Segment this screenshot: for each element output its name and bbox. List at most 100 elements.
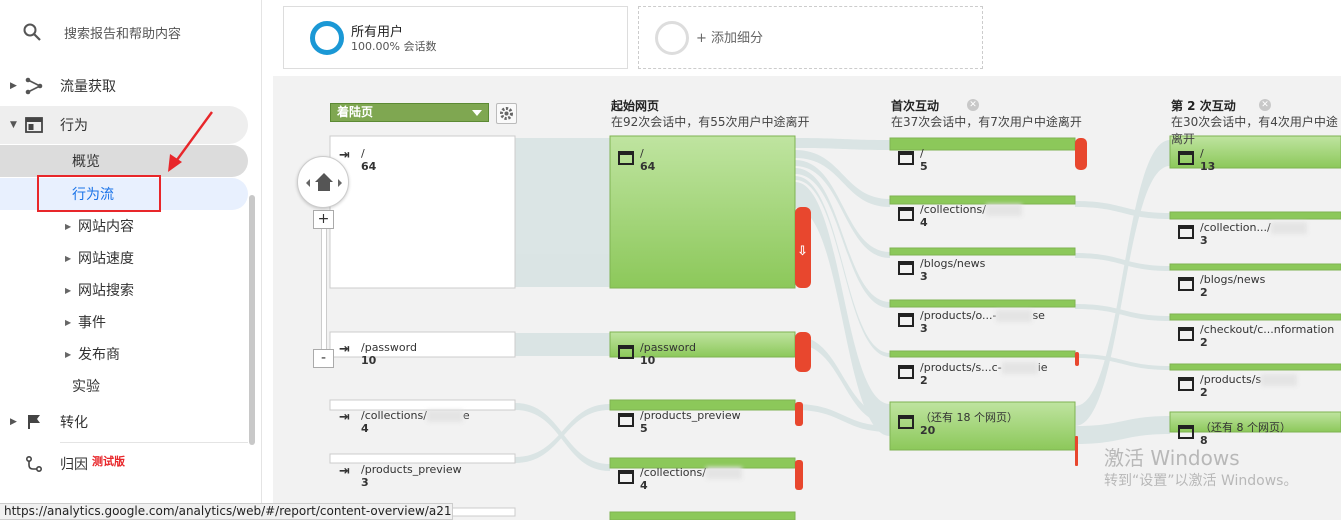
search-icon[interactable] [22,22,42,42]
close-column-icon[interactable]: ✕ [1259,99,1271,111]
sidebar-subitem-site-search[interactable]: ▶ 网站搜索 [0,274,248,306]
node-label[interactable]: /products/s 2 [1178,373,1298,399]
node-label[interactable]: / 13 [1178,147,1215,173]
sidebar-item-label: 行为 [60,118,88,134]
dropoff-bar [795,402,803,426]
sidebar-subitem-label: 网站搜索 [78,283,134,299]
node-count: 4 [640,479,648,492]
node-count: 3 [920,322,928,335]
windows-activation-hint: 转到“设置”以激活 Windows。 [1104,473,1298,489]
node-count: 13 [1200,160,1216,173]
add-segment-button[interactable]: + 添加细分 [638,6,983,69]
page-icon [618,470,634,484]
page-icon [618,151,634,165]
sidebar-subitem-publisher[interactable]: ▶ 发布商 [0,338,248,370]
node-label[interactable]: /checkout/c...nformation 2 [1178,323,1334,349]
node-label[interactable]: / 64 [618,147,655,173]
flow-link [515,404,610,463]
second-node-products-s [1169,363,1341,371]
attribution-label: 归因 [60,457,88,473]
node-count: 4 [361,422,369,435]
column-title-first: 首次互动 [891,99,940,113]
landing-node-products-preview [329,453,516,464]
zoom-in-button[interactable]: + [313,210,334,229]
zoom-slider[interactable] [321,223,327,364]
node-page: /collections/ [640,466,706,479]
node-label[interactable]: /products/o...- se 3 [898,309,1045,335]
node-page: /collections/ [361,409,427,422]
search-placeholder[interactable]: 搜索报告和帮助内容 [64,23,181,42]
sidebar-subitem-site-content[interactable]: ▶ 网站内容 [0,210,248,242]
redacted [426,410,463,422]
entry-arrow-icon: ⇥ [339,148,350,163]
node-count: 2 [1200,386,1208,399]
first-node-products-o [889,299,1076,308]
sidebar-item-conversions[interactable]: ▶ 转化 [0,403,248,441]
dropoff-bar [1075,352,1079,366]
caret-down-icon: ▼ [10,120,17,130]
report-search[interactable]: 搜索报告和帮助内容 [0,0,261,64]
dropoff-arrow-icon[interactable]: ⇩ [797,244,808,259]
flow-link [1075,253,1170,271]
sidebar-subitem-experiments[interactable]: 实验 [0,370,248,402]
dimension-dropdown[interactable]: 着陆页 [330,103,489,122]
node-label[interactable]: /collections/ 4 [898,203,1022,229]
node-label[interactable]: /collection.../ 3 [1178,221,1307,247]
sidebar-divider [60,442,248,443]
sidebar-subitem-label: 网站速度 [78,251,134,267]
close-column-icon[interactable]: ✕ [967,99,979,111]
flow-link [515,138,610,287]
node-count: 64 [640,160,656,173]
segment-all-users[interactable]: 所有用户 100.00% 会话数 [283,6,628,69]
node-label[interactable]: / 5 [898,147,928,173]
node-label[interactable]: /blogs/news 2 [1178,273,1265,299]
settings-button[interactable] [496,103,517,124]
node-label[interactable]: /products/s...c-ie 2 [898,361,1048,387]
node-label[interactable]: （还有 18 个网页） 20 [898,411,1018,437]
node-label[interactable]: ⇥ /password 10 [339,341,417,367]
sidebar-subitem-label: 事件 [78,315,106,331]
node-count: 20 [920,424,936,437]
node-label[interactable]: /products_preview 5 [618,409,741,435]
caret-right-icon: ▶ [65,349,72,359]
node-label[interactable]: /collections/ 4 [618,466,742,492]
node-page: /collections/ [920,203,986,216]
node-label[interactable]: ⇥ / 64 [339,147,376,173]
redacted [996,310,1033,322]
gear-icon [500,107,513,120]
sidebar-item-attribution[interactable]: 归因 测试版 [0,445,248,483]
dropoff-bar [795,460,803,490]
segment-bar: 所有用户 100.00% 会话数 + 添加细分 [273,0,1341,76]
flow-link [1075,304,1170,321]
red-arrow-annotation [168,111,213,172]
node-page: /collection.../ [1200,221,1271,234]
node-page: （还有 8 个网页） [1200,421,1291,434]
page-icon [1178,377,1194,391]
sidebar-subitem-events[interactable]: ▶ 事件 [0,306,248,338]
page-icon [898,207,914,221]
node-label[interactable]: /blogs/news 3 [898,257,985,283]
dropoff-bar [795,332,811,372]
sidebar-subitem-site-speed[interactable]: ▶ 网站速度 [0,242,248,274]
flow-link [795,138,890,150]
second-node-checkout [1169,313,1341,321]
sidebar-item-acquisition[interactable]: ▶ 流量获取 [0,67,248,105]
flag-icon [28,415,40,429]
entry-arrow-icon: ⇥ [339,410,350,425]
zoom-out-button[interactable]: - [313,349,334,368]
acquisition-icon [25,77,43,95]
sidebar-item-label: 归因 测试版 [60,454,125,474]
chevron-down-icon [472,110,482,116]
node-label[interactable]: ⇥ /collections/e 4 [339,409,470,435]
node-label[interactable]: ⇥ /products_preview 3 [339,463,462,489]
flow-link [1075,354,1170,370]
dropoff-bar [1075,436,1078,466]
sidebar-scrollbar[interactable] [249,195,255,445]
node-count: 10 [361,354,377,367]
dropoff-bar [1075,138,1087,170]
page-icon [1178,225,1194,239]
node-page: /password [361,341,417,354]
node-label[interactable]: /password 10 [618,341,696,367]
node-count: 64 [361,160,377,173]
behavior-flow-canvas[interactable]: 着陆页 + - 起始网页 在92次会话中，有55次用户中途离开 首次互动 ✕ 在… [273,76,1341,520]
